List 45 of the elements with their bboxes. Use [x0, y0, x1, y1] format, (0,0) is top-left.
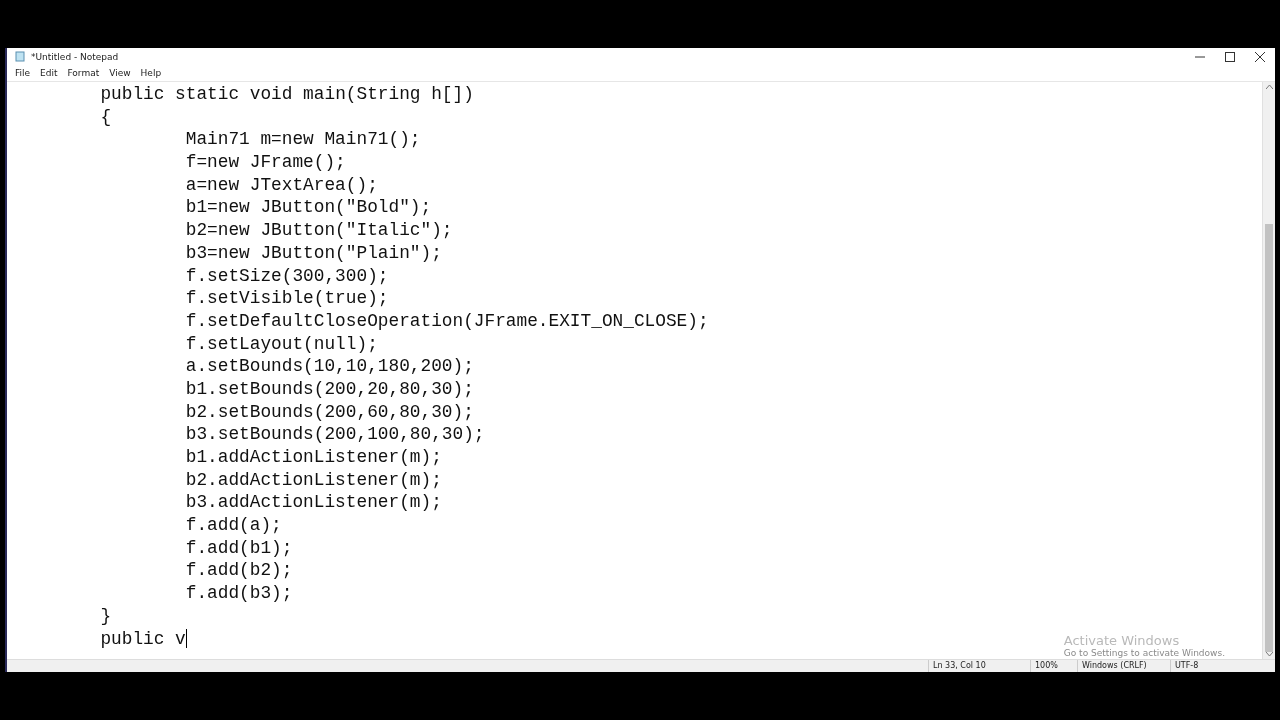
menu-item[interactable]: Help [136, 68, 166, 78]
menu-item[interactable]: File [11, 68, 35, 78]
code-line: f.add(a); [184, 514, 282, 537]
scroll-up-icon [1265, 84, 1273, 89]
menu-item[interactable]: View [105, 68, 135, 78]
code-line: a.setBounds(10,10,180,200); [184, 355, 474, 378]
code-line: { [99, 105, 112, 129]
code-line: Main71 m=new Main71(); [184, 128, 421, 152]
code-line: f.add(b2); [184, 559, 293, 583]
status-text: Windows (CRLF) [1077, 660, 1170, 672]
window-title: *Untitled - Notepad [31, 51, 119, 62]
code-line: b1.setBounds(200,20,80,30); [184, 377, 474, 401]
code-line: b2.setBounds(200,60,80,30); [184, 400, 474, 424]
status-text: Ln 33, Col 10 [928, 660, 1030, 672]
scrollbar[interactable] [1262, 82, 1275, 659]
code-line: b1=new JButton("Bold"); [184, 196, 432, 220]
code-line: f.setDefaultCloseOperation(JFrame.EXIT_ON_CLOSE); [184, 309, 709, 333]
code-line: f.add(b3); [184, 582, 293, 605]
status-text: 100% [1030, 660, 1077, 672]
code-line: public v [99, 627, 187, 651]
code-line: public static void main(String h[]) [99, 83, 474, 106]
text-cursor [185, 629, 187, 649]
status-text: UTF-8 [1170, 660, 1235, 672]
scroll-down-icon [1265, 652, 1273, 657]
code-line: f.setLayout(null); [184, 332, 378, 356]
code-line: f.setVisible(true); [184, 287, 389, 310]
activation-title: Activate Windows [1063, 633, 1181, 648]
code-line: a=new JTextArea(); [184, 173, 378, 197]
menu-item[interactable]: Edit [36, 68, 62, 78]
code-line: b2.addActionListener(m); [184, 468, 442, 492]
code-line: b2=new JButton("Italic"); [184, 219, 453, 242]
close-icon [1255, 51, 1265, 62]
notepad-icon [15, 51, 25, 62]
code-line: } [99, 604, 112, 628]
code-line: f=new JFrame(); [184, 151, 346, 174]
code-line: b1.addActionListener(m); [184, 446, 442, 469]
scroll-thumb[interactable] [1265, 223, 1273, 653]
code-line: f.setSize(300,300); [184, 264, 389, 288]
code-line: b3=new JButton("Plain"); [184, 241, 442, 265]
maximize-icon [1225, 51, 1235, 62]
menu-item[interactable]: Format [63, 68, 104, 78]
code-line: b3.setBounds(200,100,80,30); [184, 423, 485, 446]
code-line: f.add(b1); [184, 536, 293, 560]
activation-message: Go to Settings to activate Windows. [1063, 648, 1225, 658]
code-line: b3.addActionListener(m); [184, 491, 442, 515]
